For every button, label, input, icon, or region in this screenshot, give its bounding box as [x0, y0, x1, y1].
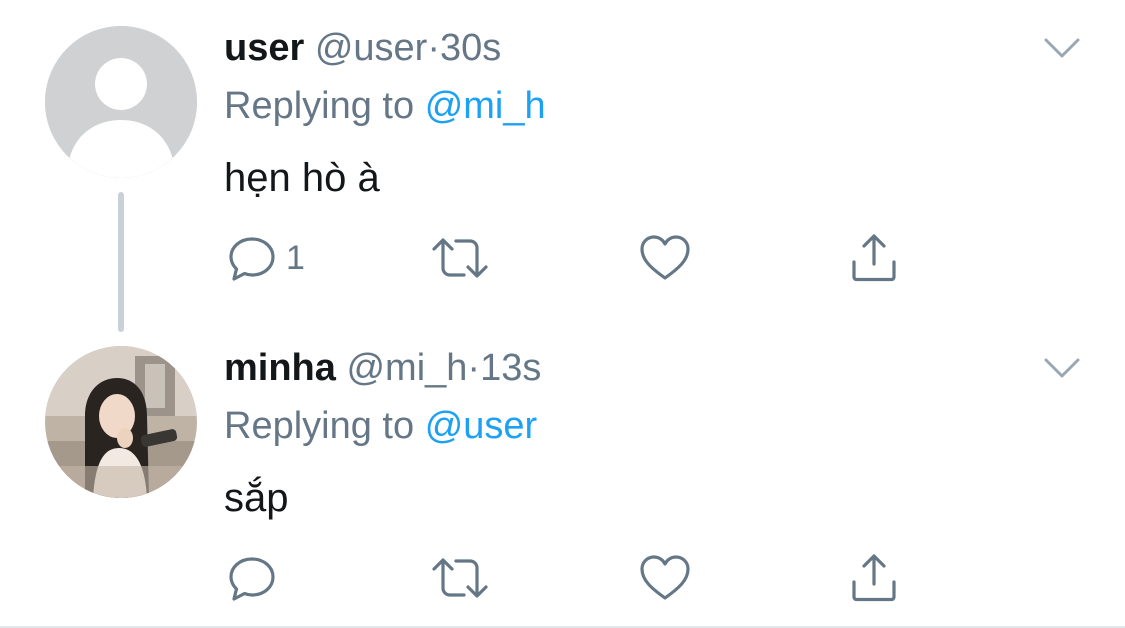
- tweet[interactable]: minha @mi_h·13s Replying to @user sắp: [0, 330, 1125, 626]
- separator-dot: ·: [427, 27, 440, 69]
- tweet[interactable]: user @user·30s Replying to @mi_h hẹn hò …: [0, 0, 1125, 332]
- reply-icon: [229, 557, 275, 601]
- user-handle[interactable]: @user: [315, 27, 428, 69]
- display-name[interactable]: minha: [224, 347, 336, 389]
- retweet-button[interactable]: [430, 232, 490, 284]
- share-icon: [852, 234, 896, 282]
- separator-dot: ·: [467, 347, 481, 389]
- reply-count: 1: [286, 239, 305, 277]
- user-handle[interactable]: @mi_h: [346, 347, 467, 389]
- thread-connector-line: [118, 192, 124, 332]
- reply-icon: [229, 237, 275, 281]
- default-profile-icon: [45, 26, 197, 178]
- share-button[interactable]: [848, 552, 900, 604]
- replying-to-label: Replying to: [224, 405, 415, 447]
- reply-button[interactable]: 1: [226, 232, 305, 284]
- share-button[interactable]: [848, 232, 900, 284]
- replying-to-link[interactable]: @mi_h: [425, 85, 546, 127]
- retweet-icon: [432, 558, 488, 598]
- tweet-header: user @user·30s: [224, 22, 501, 74]
- replying-to-link[interactable]: @user: [425, 405, 538, 447]
- share-icon: [852, 554, 896, 602]
- tweet-text: sắp: [224, 476, 289, 520]
- avatar[interactable]: [45, 26, 197, 178]
- like-button[interactable]: [638, 232, 692, 284]
- profile-photo: [45, 346, 197, 498]
- heart-icon: [640, 555, 690, 600]
- tweet-menu-button[interactable]: [1040, 26, 1084, 70]
- display-name[interactable]: user: [224, 27, 304, 69]
- tweet-menu-button[interactable]: [1040, 346, 1084, 390]
- heart-icon: [640, 235, 690, 280]
- tweet-text: hẹn hò à: [224, 156, 380, 200]
- retweet-button[interactable]: [430, 552, 490, 604]
- avatar[interactable]: [45, 346, 197, 498]
- replying-to-line: Replying to @mi_h: [224, 80, 546, 132]
- reply-button[interactable]: [226, 552, 286, 604]
- replying-to-label: Replying to: [224, 85, 415, 127]
- retweet-icon: [432, 238, 488, 278]
- timestamp[interactable]: 13s: [480, 347, 541, 389]
- replying-to-line: Replying to @user: [224, 400, 537, 452]
- like-button[interactable]: [638, 552, 692, 604]
- tweet-header: minha @mi_h·13s: [224, 342, 541, 394]
- chevron-down-icon: [1044, 358, 1080, 378]
- chevron-down-icon: [1044, 38, 1080, 58]
- timestamp[interactable]: 30s: [440, 27, 501, 69]
